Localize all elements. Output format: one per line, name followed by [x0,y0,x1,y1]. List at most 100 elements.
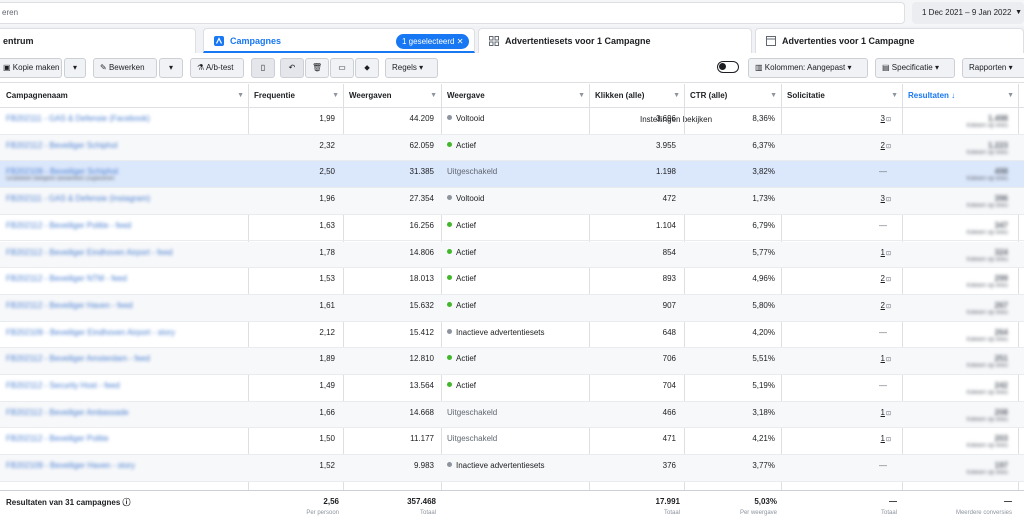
header-frequency[interactable]: Frequentie ▼ [248,84,343,108]
undo-button[interactable]: ↶ [280,58,304,78]
campaign-name-link[interactable]: FB202111 - GAS & Defensie (Facebook) [6,113,242,125]
application-cell[interactable]: 1⊡ [781,407,891,419]
application-cell[interactable]: 2⊡ [781,300,891,312]
ctr-cell: 4,21% [752,434,775,444]
campaign-name-link[interactable]: FB202112 - Beveiliger Haven - feed [6,300,242,312]
tag-button[interactable]: ⬥ [355,58,379,78]
table-row[interactable]: FB202112 - Beveiliger Eindhoven Airport … [0,241,1024,269]
application-cell[interactable]: 2⊡ [781,273,891,285]
impressions-cell: 9.983 [413,461,434,471]
row-actions[interactable]: Grafieken bekijken Bewerken Dupliceren [6,176,114,182]
results-sub: Klikken op links [966,470,1008,477]
tab-ads-label: Advertenties voor 1 Campagne [782,36,915,46]
edit-button[interactable]: ✎ Bewerken [93,58,157,78]
table-row[interactable]: FB202111 - GAS & Defensie (Instagram) 1,9… [0,188,1024,215]
application-value[interactable]: 2 [881,141,885,150]
table-row[interactable]: FB202112 - Beveiliger Schiphol 2,32 62.059… [0,134,1024,162]
rules-button[interactable]: Regels ▾ [385,58,438,78]
tab-ads[interactable]: Advertenties voor 1 Campagne [755,28,1024,53]
application-value[interactable]: 2 [881,301,885,310]
application-value[interactable]: 3 [881,194,885,203]
application-cell[interactable]: 1⊡ [781,433,891,445]
header-clicks[interactable]: Klikken (alle) ▼ [589,84,684,108]
application-value[interactable]: 2 [881,274,885,283]
chevron-down-icon: ▼ [430,92,437,99]
header-label: Campagnenaam [6,91,68,100]
selected-badge[interactable]: 1 geselecteerd ✕ [396,34,470,49]
delivery-status-text: Actief [456,140,477,150]
chevron-down-icon: ▼ [1007,92,1014,99]
view-charts-link[interactable]: Grafieken bekijken [6,176,56,182]
level-tabs: entrum Campagnes 1 geselecteerd ✕ Advert… [0,26,1024,53]
close-icon[interactable]: ✕ [457,37,464,46]
campaign-name-link[interactable]: FB202111 - GAS & Defensie (Instagram) [6,193,242,205]
table-row[interactable]: FB202109 - Beveiliger Haven - story 1,52 9… [0,455,1024,482]
application-value[interactable]: 1 [881,434,885,443]
tab-overview[interactable]: entrum [0,28,196,53]
table-row[interactable]: FB202112 - Beveiliger NTM - feed 1,53 18.0… [0,268,1024,295]
application-cell: — [879,461,887,471]
application-value[interactable]: 3 [881,114,885,123]
columns-button[interactable]: ▥ Kolommen: Aangepast ▾ [748,58,868,78]
table-row[interactable]: FB202109 - Beveiliger Eindhoven Airport … [0,322,1024,349]
table-row[interactable]: FB202112 - Security Host - feed 1,49 13.56… [0,375,1024,402]
reports-button[interactable]: Rapporten ▾ [962,58,1024,78]
tab-adsets[interactable]: Advertentiesets voor 1 Campagne [478,28,752,53]
application-cell[interactable]: 3⊡ [781,193,891,205]
table-row[interactable]: FB202112 - Beveiliger Haven - feed 1,61 15… [0,294,1024,322]
campaign-name-link[interactable]: FB202112 - Beveiliger Politie [6,433,242,445]
frequency-cell: 1,52 [319,461,335,471]
delivery-status-text: Actief [456,300,477,310]
campaign-name-link[interactable]: FB202112 - Security Host - feed [6,380,242,392]
chevron-down-icon: ▾ [1008,63,1013,72]
delivery-status: Voltooid [447,193,587,205]
header-application[interactable]: Solicitatie ▼ [781,84,902,108]
campaign-name-link[interactable]: FB202112 - Beveiliger Amsterdam - feed [6,353,242,365]
frequency-cell: 2,12 [319,327,335,337]
application-cell[interactable]: 1⊡ [781,353,891,365]
table-row[interactable]: FB202112 - Beveiliger Amsterdam - feed 1,… [0,348,1024,375]
date-range-picker[interactable]: 1 Dec 2021 – 9 Jan 2022 ▼ [912,2,1024,24]
delete-draft-button[interactable]: ▯ [251,58,275,78]
search-input[interactable]: eren [0,2,905,24]
info-icon[interactable]: ⓘ [123,498,131,507]
edit-link[interactable]: Bewerken [57,176,84,182]
campaign-name-link[interactable]: FB202112 - Beveiliger Politie - feed [6,220,242,232]
application-cell[interactable]: 2⊡ [781,140,891,152]
application-cell[interactable]: 1⊡ [781,247,891,259]
details-icon: ⊡ [885,197,891,204]
breakdown-button[interactable]: ▤ Specificatie ▾ [875,58,955,78]
preview-button[interactable]: ▭ [330,58,354,78]
impressions-cell: 14.668 [409,407,434,417]
delivery-status: Inactieve advertentiesets [447,460,587,472]
application-value[interactable]: 1 [881,408,885,417]
campaign-name-link[interactable]: FB202112 - Beveiliger Schiphol [6,140,242,152]
header-ctr[interactable]: CTR (alle) ▼ [684,84,781,108]
tab-campaigns[interactable]: Campagnes 1 geselecteerd ✕ [203,28,475,53]
header-delivery[interactable]: Weergave ▼ [441,84,589,108]
application-cell[interactable]: 3⊡ [781,113,891,125]
table-row[interactable]: FB202111 - GAS & Defensie (Facebook) 1,99… [0,108,1024,135]
application-value[interactable]: 1 [881,248,885,257]
header-campaign-name[interactable]: Campagnenaam ▼ [0,84,248,108]
campaign-name-link[interactable]: FB202109 - Beveiliger Haven - story [6,460,242,472]
campaign-name-link[interactable]: FB202112 - Beveiliger NTM - feed [6,273,242,285]
copy-dropdown-button[interactable]: ▾ [64,58,86,78]
table-row[interactable]: FB202109 - Beveiliger Schiphol Grafieken … [0,161,1024,189]
campaign-name-link[interactable]: FB202109 - Beveiliger Eindhoven Airport … [6,327,242,339]
campaign-name-link[interactable]: FB202112 - Beveiliger Eindhoven Airport … [6,247,242,259]
application-value[interactable]: 1 [881,354,885,363]
settings-view-toggle[interactable] [717,61,739,73]
duplicate-link[interactable]: Dupliceren [86,176,115,182]
table-row[interactable]: FB202112 - Beveiliger Politie 1,50 11.177 U… [0,428,1024,456]
ab-test-button[interactable]: ⚗ A/b-test [190,58,244,78]
table-row[interactable]: FB202112 - Beveiliger Ambassade 1,66 14.66… [0,401,1024,429]
frequency-cell: 1,63 [319,220,335,230]
copy-button[interactable]: ▣ Kopie maken [0,58,62,78]
campaign-name-link[interactable]: FB202112 - Beveiliger Ambassade [6,407,242,419]
edit-dropdown-button[interactable]: ▾ [159,58,183,78]
trash-button[interactable]: 🗑 [305,58,329,78]
header-impressions[interactable]: Weergaven ▼ [343,84,441,108]
header-results[interactable]: Resultaten ↓ ▼ [902,84,1018,108]
table-row[interactable]: FB202112 - Beveiliger Politie - feed 1,63… [0,215,1024,242]
